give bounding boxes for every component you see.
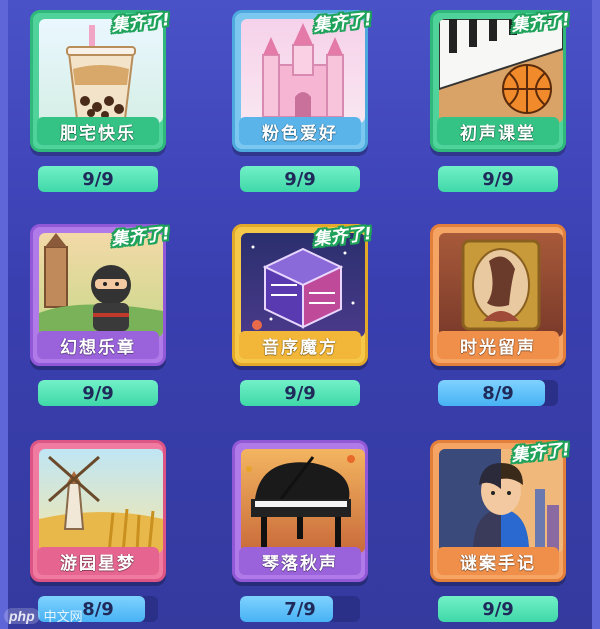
card-title: 琴落秋声 xyxy=(239,547,361,575)
card-title: 时光留声 xyxy=(437,331,559,359)
progress-label: 9/9 xyxy=(284,168,316,190)
completed-badge: 集齐了! xyxy=(510,9,572,37)
collection-card[interactable]: 游园星梦 xyxy=(30,440,166,582)
progress-bar: 8/9 xyxy=(438,380,558,406)
completed-badge: 集齐了! xyxy=(312,9,374,37)
windmill-icon xyxy=(39,449,163,553)
card-grid: 肥宅快乐 集齐了! 9/9 粉色爱好 集齐了! 9/9 初声课堂 集齐了! 9/… xyxy=(0,0,600,629)
progress-label: 9/9 xyxy=(284,382,316,404)
progress-bar: 9/9 xyxy=(38,166,158,192)
site-watermark: php 中文网 xyxy=(4,606,83,625)
watermark-text: 中文网 xyxy=(43,609,83,624)
progress-label: 9/9 xyxy=(82,382,114,404)
completed-badge: 集齐了! xyxy=(510,439,572,467)
progress-bar: 9/9 xyxy=(438,166,558,192)
progress-bar: 9/9 xyxy=(38,380,158,406)
card-title: 幻想乐章 xyxy=(37,331,159,359)
completed-badge: 集齐了! xyxy=(312,223,374,251)
progress-bar: 9/9 xyxy=(240,380,360,406)
card-title: 初声课堂 xyxy=(437,117,559,145)
grand-piano-icon xyxy=(241,449,365,553)
progress-label: 9/9 xyxy=(482,168,514,190)
collection-card[interactable]: 琴落秋声 xyxy=(232,440,368,582)
completed-badge: 集齐了! xyxy=(110,223,172,251)
card-title: 音序魔方 xyxy=(239,331,361,359)
php-logo-icon: php xyxy=(4,607,40,624)
progress-bar: 9/9 xyxy=(240,166,360,192)
progress-bar: 9/9 xyxy=(438,596,558,622)
card-title: 谜案手记 xyxy=(437,547,559,575)
card-title: 粉色爱好 xyxy=(239,117,361,145)
collection-card[interactable]: 时光留声 xyxy=(430,224,566,366)
progress-bar: 7/9 xyxy=(240,596,360,622)
progress-label: 9/9 xyxy=(482,598,514,620)
completed-badge: 集齐了! xyxy=(110,9,172,37)
progress-label: 8/9 xyxy=(482,382,514,404)
portrait-frame-icon xyxy=(439,233,563,337)
progress-label: 9/9 xyxy=(82,168,114,190)
card-title: 肥宅快乐 xyxy=(37,117,159,145)
card-title: 游园星梦 xyxy=(37,547,159,575)
progress-label: 7/9 xyxy=(284,598,316,620)
